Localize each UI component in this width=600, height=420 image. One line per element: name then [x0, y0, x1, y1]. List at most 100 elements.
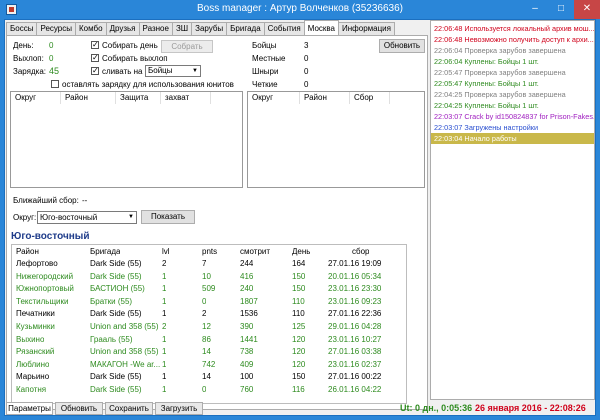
- table-cell: БАСТИОН (55): [90, 284, 145, 294]
- col-watch-header[interactable]: смотрит: [240, 246, 270, 257]
- table-cell: 120: [292, 334, 306, 344]
- section-title: Юго-восточный: [11, 231, 90, 242]
- params-tab[interactable]: Параметры: [6, 402, 53, 415]
- load-button[interactable]: Загрузить: [155, 402, 203, 415]
- col-collect[interactable]: Сбор: [350, 92, 390, 104]
- table-row[interactable]: Нижегородский Dark Side (55) 1 10 416 150 20.0…: [12, 271, 408, 282]
- tab-friends[interactable]: Друзья: [105, 22, 140, 35]
- tab-events[interactable]: События: [263, 22, 305, 35]
- col-district[interactable]: Округ: [11, 92, 61, 104]
- collect-day-checkbox[interactable]: ✓: [91, 41, 99, 49]
- table-cell: Братки (55): [90, 296, 133, 306]
- col-day-header[interactable]: День: [292, 246, 310, 257]
- table-cell: 1: [162, 372, 167, 382]
- col-collect-header[interactable]: сбор: [352, 246, 369, 257]
- tab-bosses[interactable]: Боссы: [6, 22, 38, 35]
- col-area[interactable]: Район: [61, 92, 116, 104]
- table-cell: Кузьминки: [16, 322, 55, 331]
- collect-day-label: Собирать день: [102, 41, 158, 50]
- col-area-header[interactable]: Район: [16, 246, 39, 257]
- tab-combo[interactable]: Комбо: [75, 22, 107, 35]
- table-row[interactable]: Лефортово Dark Side (55) 2 7 244 164 27.01.16 …: [12, 258, 408, 269]
- table-cell: 0: [202, 296, 207, 306]
- table-cell: 23.01.16 23:30: [328, 284, 382, 294]
- tab-moscow[interactable]: Москва: [303, 20, 339, 35]
- table-row[interactable]: Печатники Dark Side (55) 1 2 1536 110 27.01.16…: [12, 308, 408, 319]
- table-cell: Южнопортовый: [16, 284, 74, 294]
- col-defense[interactable]: Защита: [116, 92, 161, 104]
- table-row[interactable]: Люблино МАКАГОН -We ar... 1 742 409 120 23.01.…: [12, 359, 408, 370]
- table-cell: Марьино: [16, 372, 50, 382]
- table-cell: 27.01.16 03:38: [328, 347, 382, 357]
- collect-button[interactable]: Собрать: [161, 40, 213, 53]
- unit-label-locals: Местные: [252, 54, 286, 63]
- table-cell: 1: [162, 271, 167, 281]
- table-row[interactable]: Кузьминки Union and 358 (55) 2 12 390 125 29.0…: [12, 321, 408, 332]
- nearest-collect-value: --: [82, 196, 88, 205]
- col-capture[interactable]: захват: [161, 92, 211, 104]
- table-cell: 1: [162, 296, 167, 306]
- tab-brigade[interactable]: Бригада: [226, 22, 265, 35]
- table-cell: 125: [292, 322, 306, 331]
- table-cell: 150: [292, 284, 306, 294]
- district-select-value: Юго-восточный: [40, 213, 98, 222]
- maximize-button[interactable]: □: [548, 0, 574, 19]
- table-cell: 164: [292, 259, 306, 268]
- table-row[interactable]: Текстильщики Братки (55) 1 0 1807 110 23.01.16…: [12, 296, 408, 307]
- table-cell: 7: [202, 259, 207, 268]
- col-area-right[interactable]: Район: [300, 92, 350, 104]
- exit-value: 0: [49, 54, 54, 63]
- unit-label-chetkie: Четкие: [252, 80, 278, 89]
- table-cell: 738: [240, 347, 254, 357]
- table-cell: 390: [240, 322, 254, 331]
- table-cell: 29.01.16 04:28: [328, 322, 382, 331]
- tab-fights[interactable]: Зарубы: [191, 22, 228, 35]
- log-line: 22:05:47 Куплены: Бойцы 1 шт.: [434, 79, 539, 88]
- col-pnts-header[interactable]: pnts: [202, 246, 217, 257]
- refresh-button[interactable]: Обновить: [379, 39, 425, 53]
- merge-target-select[interactable]: Бойцы ▼: [145, 65, 201, 77]
- col-lvl-header[interactable]: lvl: [162, 246, 170, 257]
- log-line: 22:06:04 Проверка зарубов завершена: [434, 46, 566, 55]
- bottom-refresh-button[interactable]: Обновить: [55, 402, 103, 415]
- log-line: 22:03:07 Загружены настройки: [434, 123, 539, 132]
- tab-info[interactable]: Информация: [338, 22, 395, 35]
- close-button[interactable]: ✕: [574, 0, 600, 19]
- table-row[interactable]: Капотня Dark Side (55) 1 0 760 116 26.01.16 04…: [12, 384, 408, 395]
- table-cell: 120: [292, 347, 306, 357]
- date-status: 26 января 2016 - 22:08:26: [475, 403, 586, 413]
- exit-label: Выхлоп:: [13, 54, 44, 63]
- table-cell: 509: [202, 284, 216, 294]
- table-row[interactable]: Выхино Грааль (55) 1 86 1441 120 23.01.16 10:2…: [12, 334, 408, 345]
- collect-exit-label: Собирать выхлоп: [102, 54, 168, 63]
- table-cell: Нижегородский: [16, 271, 74, 281]
- table-row[interactable]: Марьино Dark Side (55) 1 14 100 150 27.01.16 0…: [12, 371, 408, 382]
- merge-checkbox[interactable]: ✓: [91, 67, 99, 75]
- tab-misc[interactable]: Разное: [138, 22, 173, 35]
- table-header: Район Бригада lvl pnts смотрит День сбор: [12, 246, 408, 257]
- keep-charge-checkbox[interactable]: [51, 80, 59, 88]
- unit-label-fighters: Бойцы: [252, 41, 277, 50]
- table-cell: 244: [240, 259, 254, 268]
- minimize-button[interactable]: –: [522, 0, 548, 19]
- col-brigade-header[interactable]: Бригада: [90, 246, 120, 257]
- tab-zsh[interactable]: ЗШ: [171, 22, 193, 35]
- table-cell: 110: [292, 309, 305, 319]
- tab-resources[interactable]: Ресурсы: [36, 22, 76, 35]
- table-cell: 23.01.16 10:27: [328, 334, 382, 344]
- table-cell: Рязанский: [16, 347, 55, 357]
- table-cell: 1807: [240, 296, 258, 306]
- event-log[interactable]: 22:06:48 Используется локальный архив мо…: [430, 20, 595, 400]
- table-row[interactable]: Южнопортовый БАСТИОН (55) 1 509 240 150 23.01.…: [12, 283, 408, 294]
- collect-grid[interactable]: Округ Район Сбор: [247, 91, 425, 188]
- table-row[interactable]: Рязанский Union and 358 (55) 1 14 738 120 27.0…: [12, 346, 408, 357]
- capture-grid[interactable]: Округ Район Защита захват: [10, 91, 243, 188]
- show-button[interactable]: Показать: [141, 210, 195, 224]
- district-select[interactable]: Юго-восточный ▼: [37, 211, 137, 224]
- chevron-down-icon: ▼: [128, 214, 134, 220]
- uptime-status: Ut: 0 дн., 0:05:36: [400, 403, 473, 413]
- save-button[interactable]: Сохранить: [105, 402, 153, 415]
- collect-exit-checkbox[interactable]: ✓: [91, 54, 99, 62]
- log-line: 22:05:47 Проверка зарубов завершена: [434, 68, 566, 77]
- col-district-right[interactable]: Округ: [248, 92, 300, 104]
